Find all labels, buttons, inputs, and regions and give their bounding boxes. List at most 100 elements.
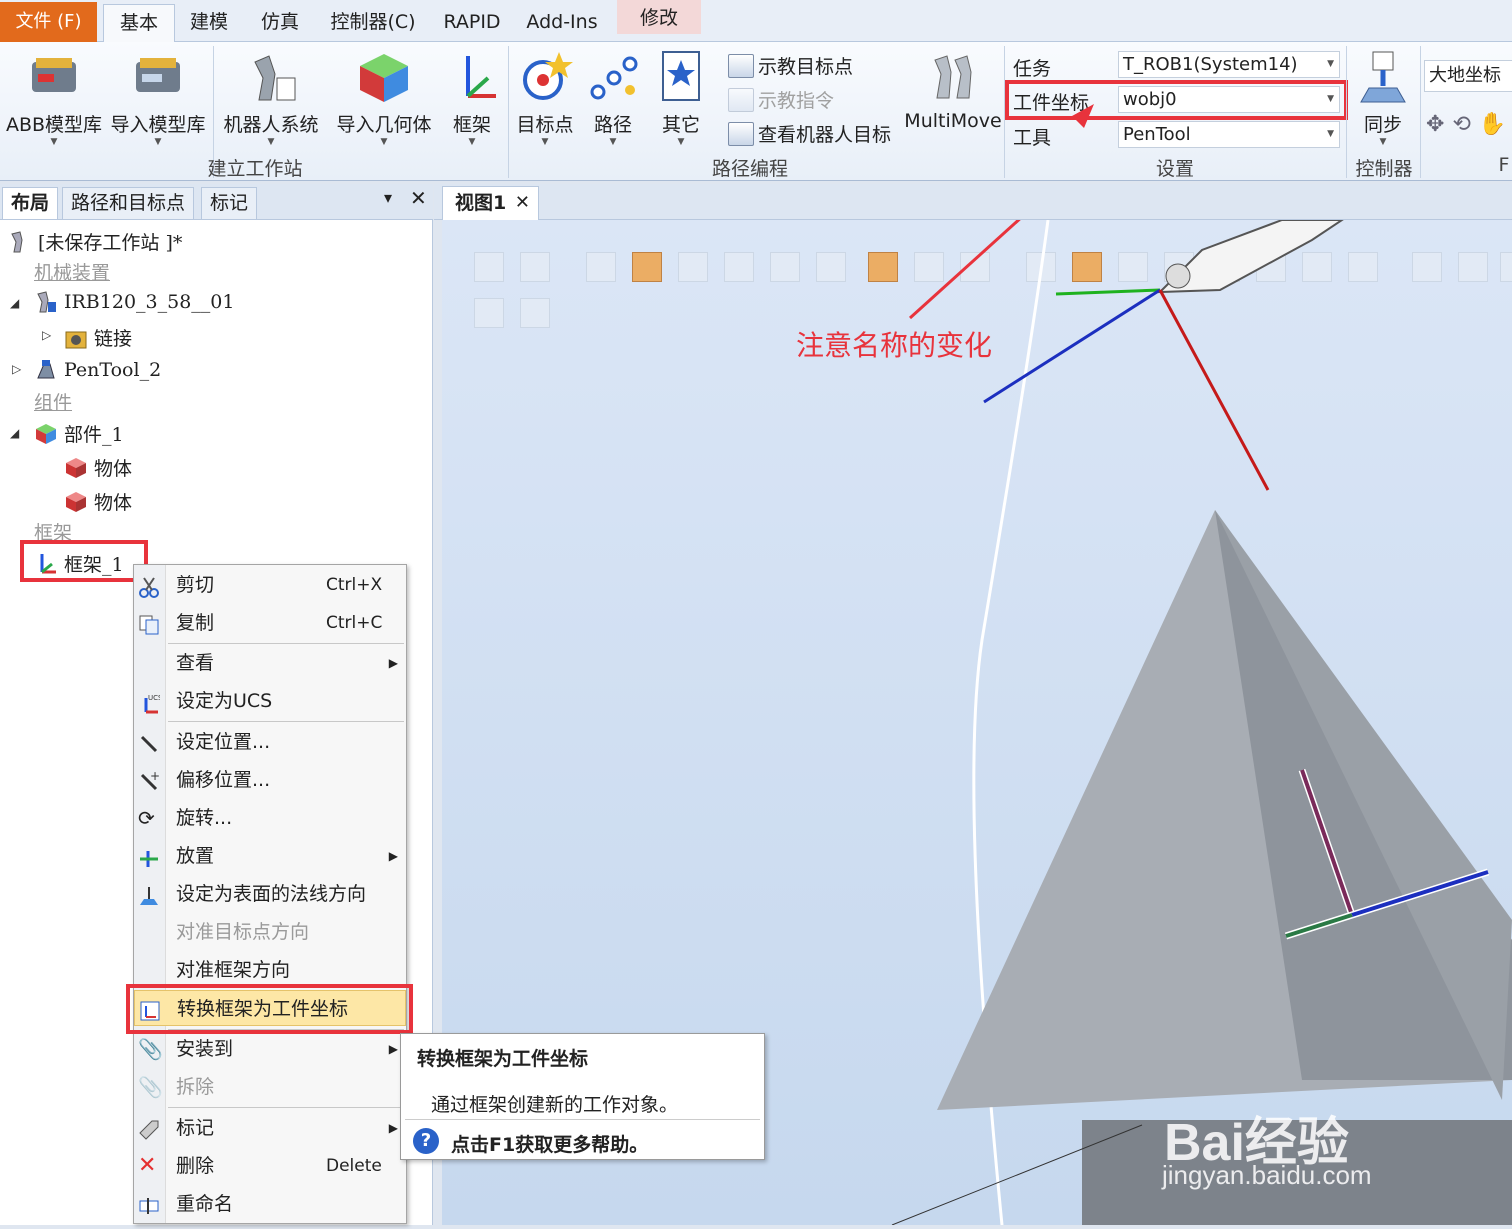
station-robot-icon xyxy=(8,230,32,254)
menu-align-target-label: 对准目标点方向 xyxy=(176,921,310,943)
delete-x-icon: ✕ xyxy=(138,1153,157,1178)
menu-offset-position[interactable]: + 偏移位置... xyxy=(134,762,406,798)
menu-mark[interactable]: 标记 ▶ xyxy=(134,1110,406,1146)
tree-body-1[interactable]: 物体 xyxy=(64,454,132,481)
tab-addins[interactable]: Add-Ins xyxy=(524,4,600,42)
body-1-label: 物体 xyxy=(94,458,133,480)
tab-paths-targets[interactable]: 路径和目标点 xyxy=(62,187,195,219)
annotation-arrowhead xyxy=(1072,104,1094,128)
svg-text:+: + xyxy=(150,771,160,783)
robot-label: IRB120_3_58__01 xyxy=(64,291,235,313)
menu-place[interactable]: 放置 ▶ xyxy=(134,838,406,874)
menu-set-normal[interactable]: 设定为表面的法线方向 xyxy=(134,876,406,912)
teach-instruction-icon xyxy=(728,87,754,112)
close-icon[interactable]: ✕ xyxy=(410,186,427,210)
pin-dropdown-icon[interactable]: ▾ xyxy=(384,188,392,207)
menu-cut[interactable]: 剪切 Ctrl+X xyxy=(134,567,406,603)
menu-rename[interactable]: 重命名 xyxy=(134,1186,406,1222)
import-library-button[interactable]: 导入模型库 ▼ xyxy=(106,48,210,147)
world-coord-value: 大地坐标 xyxy=(1429,65,1501,86)
multimove-button[interactable]: MultiMove xyxy=(904,48,1002,132)
freehand-tools[interactable]: ✥ ⟲ ✋ xyxy=(1426,112,1506,137)
import-library-label: 导入模型库 xyxy=(110,114,206,136)
multimove-icon xyxy=(923,48,983,106)
menu-rotate[interactable]: ⟳ 旋转... xyxy=(134,800,406,836)
layout-panel-tabs: 布局 路径和目标点 标记 ▾ ✕ xyxy=(0,184,433,220)
menu-detach-label: 拆除 xyxy=(176,1076,215,1098)
menu-cut-label: 剪切 xyxy=(176,574,215,596)
tab-modify[interactable]: 修改 xyxy=(617,0,701,34)
tree-body-2[interactable]: 物体 xyxy=(64,488,132,515)
menu-delete-shortcut: Delete xyxy=(326,1156,382,1176)
teach-instruction-label: 示教指令 xyxy=(758,90,835,112)
tab-simulation[interactable]: 仿真 xyxy=(252,4,308,42)
menu-detach[interactable]: 📎 拆除 xyxy=(134,1069,406,1105)
paperclip-icon: 📎 xyxy=(138,1037,163,1061)
menu-set-position[interactable]: 设定位置... xyxy=(134,724,406,760)
menu-rename-label: 重命名 xyxy=(176,1193,234,1215)
tooltip-description: 通过框架创建新的工作对象。 xyxy=(431,1094,679,1116)
collapse-arrow-icon[interactable]: ◢ xyxy=(10,426,19,440)
menu-cut-shortcut: Ctrl+X xyxy=(326,575,383,595)
tab-modeling[interactable]: 建模 xyxy=(182,4,236,42)
tree-part[interactable]: 部件_1 xyxy=(34,420,124,447)
tab-view1[interactable]: 视图1 ✕ xyxy=(442,186,539,220)
tab-layout[interactable]: 布局 xyxy=(2,187,59,219)
tab-controller[interactable]: 控制器(C) xyxy=(325,4,421,42)
tool-label: PenTool_2 xyxy=(64,359,162,381)
task-label: 任务 xyxy=(1013,58,1052,80)
world-coord-combo[interactable]: 大地坐标 xyxy=(1424,60,1512,92)
teach-instruction-button[interactable]: 示教指令 xyxy=(728,86,834,113)
links-gear-icon xyxy=(64,326,88,350)
tool-combo[interactable]: PenTool ▼ xyxy=(1118,121,1340,148)
close-view-icon[interactable]: ✕ xyxy=(515,187,530,219)
help-icon: ? xyxy=(413,1128,439,1154)
teach-target-label: 示教目标点 xyxy=(758,56,854,78)
other-button[interactable]: 其它 ▼ xyxy=(650,48,712,147)
sync-icon xyxy=(1353,48,1413,106)
target-label: 目标点 xyxy=(516,114,574,136)
tree-tool[interactable]: PenTool_2 xyxy=(34,358,161,382)
tree-robot[interactable]: IRB120_3_58__01 xyxy=(34,290,234,314)
sync-button[interactable]: 同步 ▼ xyxy=(1352,48,1414,147)
robot-icon xyxy=(34,290,58,314)
library-icon xyxy=(24,48,84,106)
frame-button[interactable]: 框架 ▼ xyxy=(444,48,500,147)
import-geometry-label: 导入几何体 xyxy=(336,114,432,136)
path-icon xyxy=(584,48,644,106)
surface-normal-icon xyxy=(138,883,162,905)
tab-marks[interactable]: 标记 xyxy=(201,187,258,219)
menu-align-frame[interactable]: 对准框架方向 xyxy=(134,952,406,988)
rename-icon xyxy=(138,1193,162,1215)
view-robot-target-label: 查看机器人目标 xyxy=(758,124,892,146)
task-value: T_ROB1(System14) xyxy=(1123,54,1298,75)
rotate-icon: ⟳ xyxy=(138,806,155,830)
expand-arrow-icon[interactable]: ▷ xyxy=(42,328,51,342)
tab-file[interactable]: 文件 (F) xyxy=(0,2,97,42)
task-combo[interactable]: T_ROB1(System14) ▼ xyxy=(1118,51,1340,78)
menu-copy[interactable]: 复制 Ctrl+C xyxy=(134,605,406,641)
collapse-arrow-icon[interactable]: ◢ xyxy=(10,296,19,310)
menu-delete-label: 删除 xyxy=(176,1155,215,1177)
tool-frame-z-axis xyxy=(983,288,1161,404)
menu-attach[interactable]: 📎 安装到 ▶ xyxy=(134,1031,406,1067)
target-button[interactable]: 目标点 ▼ xyxy=(512,48,578,147)
expand-arrow-icon[interactable]: ▷ xyxy=(12,362,21,376)
tree-links[interactable]: 链接 xyxy=(64,324,132,351)
teach-target-button[interactable]: 示教目标点 xyxy=(728,52,853,79)
menu-view[interactable]: 查看 ▶ xyxy=(134,645,406,681)
menu-set-ucs-label: 设定为UCS xyxy=(176,690,273,712)
tab-basic[interactable]: 基本 xyxy=(103,4,175,43)
menu-align-target[interactable]: 对准目标点方向 xyxy=(134,914,406,950)
menu-set-ucs[interactable]: UCS 设定为UCS xyxy=(134,683,406,719)
import-geometry-button[interactable]: 导入几何体 ▼ xyxy=(330,48,438,147)
abb-library-button[interactable]: ABB模型库 ▼ xyxy=(4,48,104,147)
view-robot-target-button[interactable]: 查看机器人目标 xyxy=(728,120,891,147)
target-icon xyxy=(515,48,575,106)
path-button[interactable]: 路径 ▼ xyxy=(584,48,642,147)
robot-system-button[interactable]: 机器人系统 ▼ xyxy=(218,48,324,147)
tree-station[interactable]: [未保存工作站 ]* xyxy=(8,228,182,255)
menu-view-label: 查看 xyxy=(176,652,215,674)
menu-delete[interactable]: ✕ 删除 Delete xyxy=(134,1148,406,1184)
tab-rapid[interactable]: RAPID xyxy=(441,4,503,42)
